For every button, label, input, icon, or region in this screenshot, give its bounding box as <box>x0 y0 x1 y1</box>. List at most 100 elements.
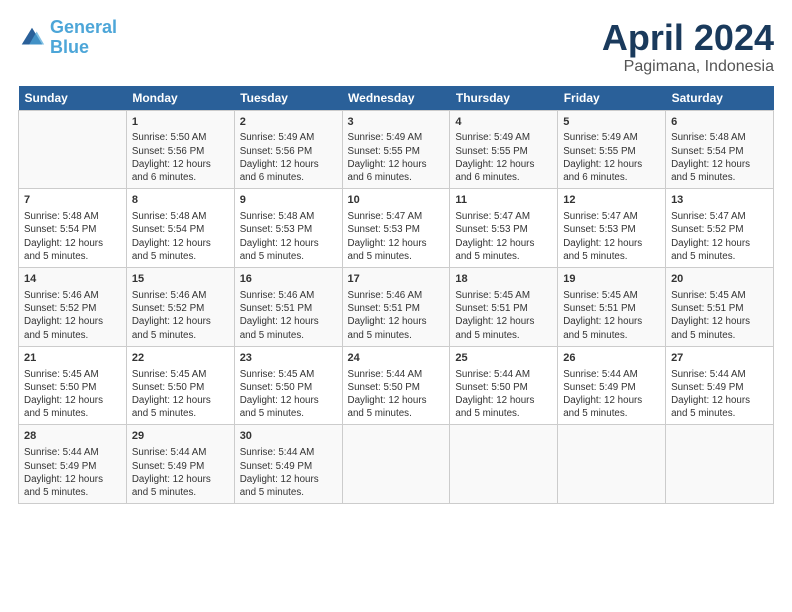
calendar-cell: 28Sunrise: 5:44 AMSunset: 5:49 PMDayligh… <box>19 425 127 504</box>
day-info-line: and 5 minutes. <box>348 329 445 342</box>
day-number: 16 <box>240 272 337 287</box>
day-info-line: Sunrise: 5:45 AM <box>455 289 552 302</box>
day-info-line: and 5 minutes. <box>240 407 337 420</box>
day-info-line: Sunrise: 5:45 AM <box>132 368 229 381</box>
calendar-cell <box>450 425 558 504</box>
day-info-line: Sunset: 5:55 PM <box>348 145 445 158</box>
day-number: 13 <box>671 193 768 208</box>
day-info-line: and 5 minutes. <box>24 486 121 499</box>
week-row-4: 21Sunrise: 5:45 AMSunset: 5:50 PMDayligh… <box>19 346 774 425</box>
header-row: Sunday Monday Tuesday Wednesday Thursday… <box>19 86 774 111</box>
calendar-cell: 26Sunrise: 5:44 AMSunset: 5:49 PMDayligh… <box>558 346 666 425</box>
day-info-line: Daylight: 12 hours <box>132 394 229 407</box>
day-info-line: and 5 minutes. <box>671 329 768 342</box>
calendar-cell: 10Sunrise: 5:47 AMSunset: 5:53 PMDayligh… <box>342 189 450 268</box>
day-info-line: and 6 minutes. <box>455 171 552 184</box>
calendar-cell <box>558 425 666 504</box>
day-info-line: and 5 minutes. <box>563 407 660 420</box>
calendar-cell: 5Sunrise: 5:49 AMSunset: 5:55 PMDaylight… <box>558 110 666 189</box>
day-info-line: Sunrise: 5:49 AM <box>348 131 445 144</box>
day-info-line: Sunrise: 5:45 AM <box>24 368 121 381</box>
day-number: 18 <box>455 272 552 287</box>
day-number: 28 <box>24 429 121 444</box>
day-number: 19 <box>563 272 660 287</box>
day-info-line: Daylight: 12 hours <box>455 394 552 407</box>
calendar-cell <box>666 425 774 504</box>
day-info-line: and 5 minutes. <box>455 407 552 420</box>
day-number: 25 <box>455 351 552 366</box>
day-number: 1 <box>132 115 229 130</box>
calendar-cell: 17Sunrise: 5:46 AMSunset: 5:51 PMDayligh… <box>342 268 450 347</box>
day-info-line: Sunset: 5:49 PM <box>132 460 229 473</box>
day-info-line: Sunset: 5:51 PM <box>671 302 768 315</box>
day-info-line: and 5 minutes. <box>671 171 768 184</box>
day-info-line: Sunrise: 5:46 AM <box>132 289 229 302</box>
day-number: 24 <box>348 351 445 366</box>
logo: General Blue <box>18 18 117 58</box>
day-info-line: Sunset: 5:53 PM <box>348 223 445 236</box>
day-info-line: Daylight: 12 hours <box>671 315 768 328</box>
day-info-line: Daylight: 12 hours <box>240 237 337 250</box>
calendar-cell: 13Sunrise: 5:47 AMSunset: 5:52 PMDayligh… <box>666 189 774 268</box>
header-sunday: Sunday <box>19 86 127 111</box>
calendar-cell: 8Sunrise: 5:48 AMSunset: 5:54 PMDaylight… <box>126 189 234 268</box>
calendar-cell: 24Sunrise: 5:44 AMSunset: 5:50 PMDayligh… <box>342 346 450 425</box>
day-info-line: Sunrise: 5:48 AM <box>132 210 229 223</box>
header-friday: Friday <box>558 86 666 111</box>
day-info-line: Daylight: 12 hours <box>348 394 445 407</box>
day-info-line: Sunset: 5:50 PM <box>455 381 552 394</box>
logo-blue: Blue <box>50 37 89 57</box>
week-row-5: 28Sunrise: 5:44 AMSunset: 5:49 PMDayligh… <box>19 425 774 504</box>
day-info-line: Sunrise: 5:47 AM <box>671 210 768 223</box>
calendar-cell: 2Sunrise: 5:49 AMSunset: 5:56 PMDaylight… <box>234 110 342 189</box>
day-info-line: Sunrise: 5:44 AM <box>563 368 660 381</box>
day-info-line: Sunset: 5:49 PM <box>563 381 660 394</box>
day-info-line: Daylight: 12 hours <box>240 473 337 486</box>
calendar-cell: 3Sunrise: 5:49 AMSunset: 5:55 PMDaylight… <box>342 110 450 189</box>
day-info-line: Sunrise: 5:44 AM <box>455 368 552 381</box>
day-info-line: Daylight: 12 hours <box>24 473 121 486</box>
day-info-line: Daylight: 12 hours <box>671 237 768 250</box>
day-info-line: Sunrise: 5:45 AM <box>240 368 337 381</box>
day-info-line: Sunset: 5:52 PM <box>132 302 229 315</box>
day-info-line: Sunset: 5:54 PM <box>132 223 229 236</box>
week-row-1: 1Sunrise: 5:50 AMSunset: 5:56 PMDaylight… <box>19 110 774 189</box>
day-number: 4 <box>455 115 552 130</box>
day-info-line: Sunset: 5:56 PM <box>240 145 337 158</box>
calendar-cell: 22Sunrise: 5:45 AMSunset: 5:50 PMDayligh… <box>126 346 234 425</box>
day-info-line: and 5 minutes. <box>348 407 445 420</box>
day-info-line: Sunset: 5:52 PM <box>24 302 121 315</box>
day-info-line: and 6 minutes. <box>132 171 229 184</box>
day-info-line: Sunrise: 5:49 AM <box>455 131 552 144</box>
week-row-2: 7Sunrise: 5:48 AMSunset: 5:54 PMDaylight… <box>19 189 774 268</box>
day-number: 2 <box>240 115 337 130</box>
calendar-cell: 20Sunrise: 5:45 AMSunset: 5:51 PMDayligh… <box>666 268 774 347</box>
day-info-line: Daylight: 12 hours <box>240 158 337 171</box>
day-info-line: Daylight: 12 hours <box>563 394 660 407</box>
day-info-line: Sunset: 5:53 PM <box>240 223 337 236</box>
day-info-line: Daylight: 12 hours <box>563 158 660 171</box>
calendar-cell: 19Sunrise: 5:45 AMSunset: 5:51 PMDayligh… <box>558 268 666 347</box>
day-info-line: Sunset: 5:55 PM <box>455 145 552 158</box>
day-info-line: Sunrise: 5:48 AM <box>24 210 121 223</box>
header-tuesday: Tuesday <box>234 86 342 111</box>
day-info-line: Sunrise: 5:44 AM <box>671 368 768 381</box>
day-info-line: Sunrise: 5:48 AM <box>240 210 337 223</box>
day-info-line: Sunrise: 5:44 AM <box>240 446 337 459</box>
day-info-line: Sunrise: 5:47 AM <box>348 210 445 223</box>
day-info-line: Daylight: 12 hours <box>132 158 229 171</box>
logo-general: General <box>50 17 117 37</box>
day-info-line: Daylight: 12 hours <box>132 315 229 328</box>
calendar-cell <box>19 110 127 189</box>
day-info-line: Sunrise: 5:46 AM <box>348 289 445 302</box>
day-number: 14 <box>24 272 121 287</box>
day-info-line: Sunset: 5:56 PM <box>132 145 229 158</box>
day-info-line: Daylight: 12 hours <box>132 473 229 486</box>
header-monday: Monday <box>126 86 234 111</box>
day-info-line: Sunrise: 5:48 AM <box>671 131 768 144</box>
calendar-cell: 29Sunrise: 5:44 AMSunset: 5:49 PMDayligh… <box>126 425 234 504</box>
day-info-line: Sunrise: 5:47 AM <box>563 210 660 223</box>
day-info-line: Sunrise: 5:45 AM <box>563 289 660 302</box>
day-info-line: Sunset: 5:50 PM <box>348 381 445 394</box>
day-info-line: Sunset: 5:53 PM <box>563 223 660 236</box>
